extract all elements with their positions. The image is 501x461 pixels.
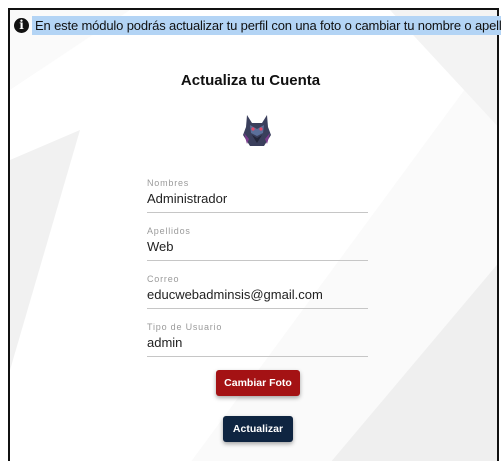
nombres-field[interactable]: Nombres Administrador [147,178,368,213]
info-banner: i En este módulo podrás actualizar tu pe… [14,14,501,36]
tipo-usuario-label: Tipo de Usuario [147,322,223,332]
correo-label: Correo [147,274,180,284]
wolf-avatar-icon [243,115,271,146]
tipo-usuario-field[interactable]: Tipo de Usuario admin [147,322,368,357]
nombres-label: Nombres [147,178,190,188]
correo-field[interactable]: Correo educwebadminsis@gmail.com [147,274,368,309]
info-message: En este módulo podrás actualizar tu perf… [32,15,501,35]
nombres-value[interactable]: Administrador [147,191,227,206]
change-photo-button[interactable]: Cambiar Foto [216,370,300,396]
update-button[interactable]: Actualizar [223,416,293,442]
page-title: Actualiza tu Cuenta [180,72,321,89]
correo-value[interactable]: educwebadminsis@gmail.com [147,287,323,302]
tipo-usuario-value[interactable]: admin [147,335,182,350]
info-circle-icon: i [14,17,29,33]
apellidos-field[interactable]: Apellidos Web [147,226,368,261]
apellidos-value[interactable]: Web [147,239,174,254]
apellidos-label: Apellidos [147,226,191,236]
